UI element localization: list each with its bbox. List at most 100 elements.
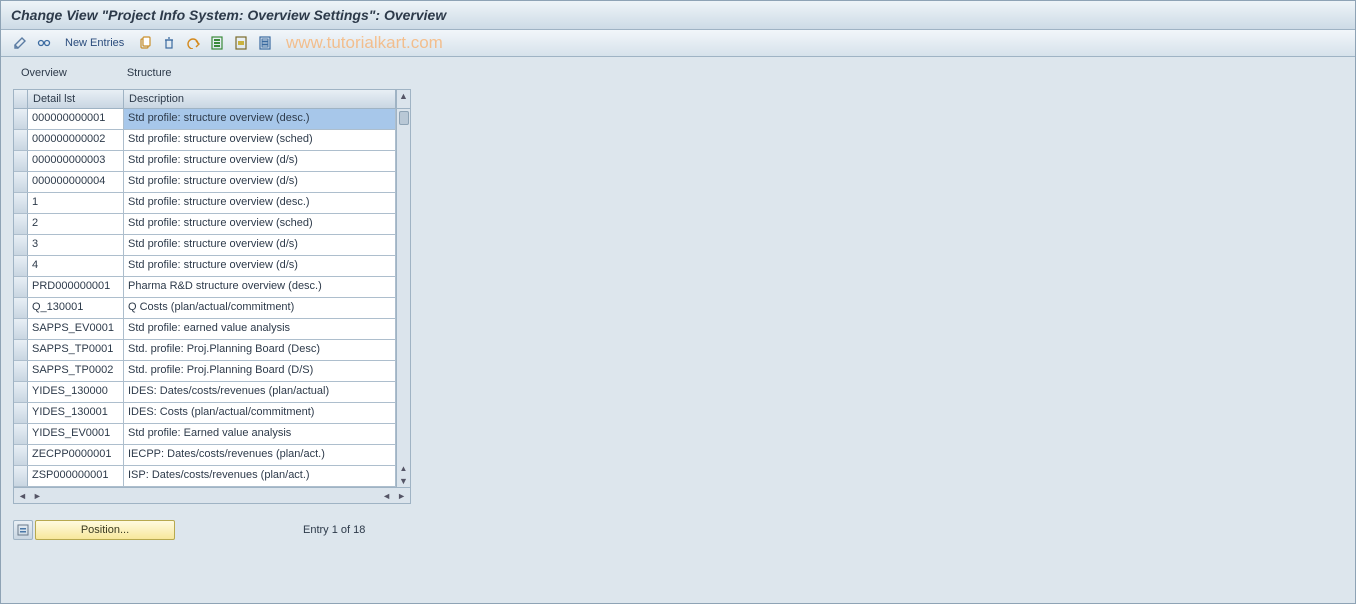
row-selector[interactable] [14, 466, 28, 486]
cell-detail-id[interactable]: YIDES_130000 [28, 382, 124, 402]
cell-description[interactable]: Q Costs (plan/actual/commitment) [124, 298, 396, 318]
row-selector[interactable] [14, 445, 28, 465]
cell-description[interactable]: Std profile: structure overview (d/s) [124, 256, 396, 276]
table-row[interactable]: SAPPS_EV0001Std profile: earned value an… [14, 319, 396, 340]
cell-detail-id[interactable]: SAPPS_EV0001 [28, 319, 124, 339]
tab-structure[interactable]: Structure [127, 67, 172, 79]
scroll-right-icon[interactable]: ► [31, 491, 44, 501]
row-selector[interactable] [14, 130, 28, 150]
tab-overview[interactable]: Overview [21, 67, 67, 79]
cell-description[interactable]: Std. profile: Proj.Planning Board (D/S) [124, 361, 396, 381]
scroll-up-small-icon[interactable]: ▲ [398, 463, 410, 475]
col-header-detail[interactable]: Detail lst [28, 90, 124, 108]
row-selector[interactable] [14, 424, 28, 444]
table-row[interactable]: SAPPS_TP0002Std. profile: Proj.Planning … [14, 361, 396, 382]
table-row[interactable]: Q_130001Q Costs (plan/actual/commitment) [14, 298, 396, 319]
cell-description[interactable]: Std profile: Earned value analysis [124, 424, 396, 444]
table-row[interactable]: ZECPP0000001IECPP: Dates/costs/revenues … [14, 445, 396, 466]
cell-detail-id[interactable]: ZECPP0000001 [28, 445, 124, 465]
row-selector[interactable] [14, 403, 28, 423]
row-selector-header[interactable] [14, 90, 28, 108]
position-button[interactable]: Position... [35, 520, 175, 540]
table-row[interactable]: YIDES_130001IDES: Costs (plan/actual/com… [14, 403, 396, 424]
scroll-left-icon[interactable]: ◄ [16, 491, 29, 501]
row-selector[interactable] [14, 151, 28, 171]
table-row[interactable]: 3Std profile: structure overview (d/s) [14, 235, 396, 256]
delete-icon[interactable] [160, 34, 178, 52]
new-entries-button[interactable]: New Entries [59, 37, 130, 49]
table-row[interactable]: 2Std profile: structure overview (sched) [14, 214, 396, 235]
cell-description[interactable]: Std profile: structure overview (d/s) [124, 151, 396, 171]
row-selector[interactable] [14, 256, 28, 276]
cell-detail-id[interactable]: 000000000001 [28, 109, 124, 129]
cell-detail-id[interactable]: YIDES_130001 [28, 403, 124, 423]
position-icon[interactable] [13, 520, 33, 540]
cell-description[interactable]: Std profile: structure overview (sched) [124, 130, 396, 150]
row-selector[interactable] [14, 319, 28, 339]
cell-description[interactable]: Std profile: structure overview (d/s) [124, 235, 396, 255]
table-row[interactable]: 000000000002Std profile: structure overv… [14, 130, 396, 151]
scroll-up-icon[interactable]: ▲ [398, 90, 410, 102]
cell-description[interactable]: Std profile: structure overview (d/s) [124, 172, 396, 192]
row-selector[interactable] [14, 298, 28, 318]
deselect-all-icon[interactable] [256, 34, 274, 52]
cell-detail-id[interactable]: 1 [28, 193, 124, 213]
copy-as-icon[interactable] [136, 34, 154, 52]
table-row[interactable]: YIDES_130000IDES: Dates/costs/revenues (… [14, 382, 396, 403]
table-row[interactable]: 000000000004Std profile: structure overv… [14, 172, 396, 193]
cell-detail-id[interactable]: 000000000002 [28, 130, 124, 150]
scroll-down-icon[interactable]: ▼ [398, 475, 410, 487]
cell-detail-id[interactable]: 4 [28, 256, 124, 276]
table-row[interactable]: YIDES_EV0001Std profile: Earned value an… [14, 424, 396, 445]
cell-description[interactable]: IDES: Costs (plan/actual/commitment) [124, 403, 396, 423]
row-selector[interactable] [14, 214, 28, 234]
cell-description[interactable]: Std profile: structure overview (sched) [124, 214, 396, 234]
tab-row: Overview Structure [1, 57, 1355, 83]
display-change-toggle-icon[interactable] [11, 34, 29, 52]
table-row[interactable]: 000000000003Std profile: structure overv… [14, 151, 396, 172]
table-row[interactable]: PRD000000001Pharma R&D structure overvie… [14, 277, 396, 298]
scroll-left-end-icon[interactable]: ◄ [380, 491, 393, 501]
scroll-thumb[interactable] [399, 111, 409, 125]
scroll-right-end-icon[interactable]: ► [395, 491, 408, 501]
table-row[interactable]: SAPPS_TP0001Std. profile: Proj.Planning … [14, 340, 396, 361]
cell-detail-id[interactable]: SAPPS_TP0002 [28, 361, 124, 381]
cell-detail-id[interactable]: YIDES_EV0001 [28, 424, 124, 444]
undo-icon[interactable] [184, 34, 202, 52]
row-selector[interactable] [14, 172, 28, 192]
cell-description[interactable]: Std profile: structure overview (desc.) [124, 109, 396, 129]
row-selector[interactable] [14, 277, 28, 297]
row-selector[interactable] [14, 109, 28, 129]
cell-description[interactable]: IECPP: Dates/costs/revenues (plan/act.) [124, 445, 396, 465]
other-view-icon[interactable] [35, 34, 53, 52]
cell-detail-id[interactable]: ZSP000000001 [28, 466, 124, 486]
cell-detail-id[interactable]: 000000000003 [28, 151, 124, 171]
cell-detail-id[interactable]: 3 [28, 235, 124, 255]
cell-description[interactable]: IDES: Dates/costs/revenues (plan/actual) [124, 382, 396, 402]
row-selector[interactable] [14, 361, 28, 381]
select-all-icon[interactable] [208, 34, 226, 52]
cell-detail-id[interactable]: SAPPS_TP0001 [28, 340, 124, 360]
cell-detail-id[interactable]: Q_130001 [28, 298, 124, 318]
table-row[interactable]: 000000000001Std profile: structure overv… [14, 109, 396, 130]
select-block-icon[interactable] [232, 34, 250, 52]
cell-description[interactable]: ISP: Dates/costs/revenues (plan/act.) [124, 466, 396, 486]
cell-description[interactable]: Std profile: structure overview (desc.) [124, 193, 396, 213]
cell-description[interactable]: Pharma R&D structure overview (desc.) [124, 277, 396, 297]
cell-detail-id[interactable]: 000000000004 [28, 172, 124, 192]
table-row[interactable]: 1Std profile: structure overview (desc.) [14, 193, 396, 214]
cell-description[interactable]: Std profile: earned value analysis [124, 319, 396, 339]
table-row[interactable]: ZSP000000001ISP: Dates/costs/revenues (p… [14, 466, 396, 487]
cell-detail-id[interactable]: 2 [28, 214, 124, 234]
row-selector[interactable] [14, 382, 28, 402]
row-selector[interactable] [14, 235, 28, 255]
cell-detail-id[interactable]: PRD000000001 [28, 277, 124, 297]
table-row[interactable]: 4Std profile: structure overview (d/s) [14, 256, 396, 277]
cell-description[interactable]: Std. profile: Proj.Planning Board (Desc) [124, 340, 396, 360]
vertical-scrollbar[interactable]: ▲ [396, 90, 410, 108]
col-header-description[interactable]: Description [124, 90, 396, 108]
entry-count-label: Entry 1 of 18 [303, 524, 365, 536]
horizontal-scrollbar[interactable]: ◄ ► ◄ ► [14, 487, 410, 503]
row-selector[interactable] [14, 193, 28, 213]
row-selector[interactable] [14, 340, 28, 360]
